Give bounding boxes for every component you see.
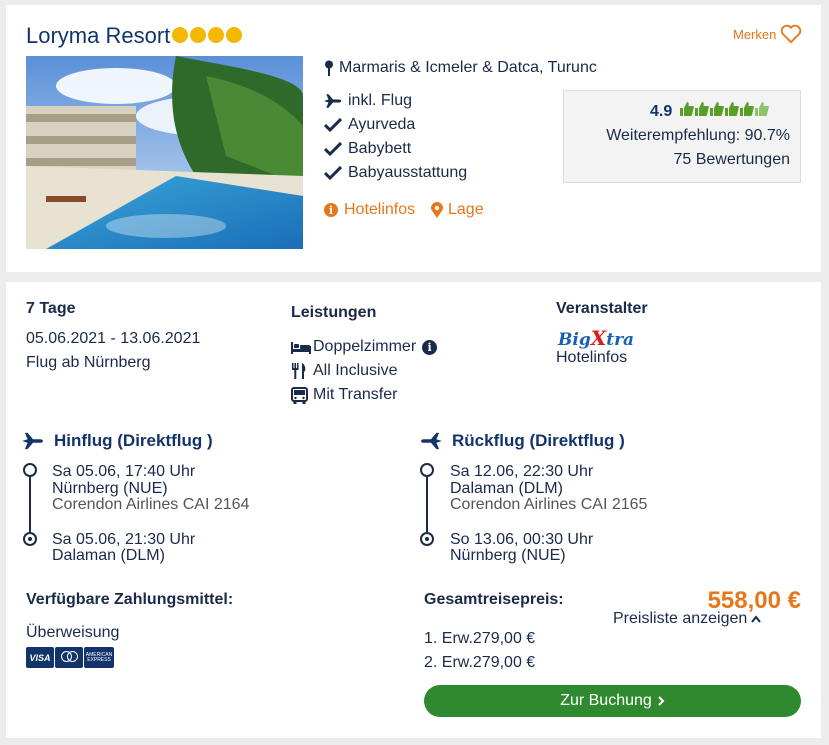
service-transfer: Mit Transfer — [291, 386, 397, 404]
info-icon[interactable]: i — [422, 339, 438, 355]
operator-title: Veranstalter — [556, 300, 648, 317]
amex-card-icon: AMERICAN EXPRESS — [84, 647, 114, 668]
timeline-start-icon — [420, 463, 434, 477]
feature-ayurveda: Ayurveda — [324, 116, 415, 134]
thumbs-up-icon — [680, 102, 694, 116]
chevron-up-icon — [751, 615, 762, 623]
service-label: Mit Transfer — [313, 386, 398, 403]
thumbs-up-icon — [695, 102, 709, 116]
return-depart-time: Sa 12.06, 22:30 Uhr — [450, 463, 594, 480]
info-icon: i — [324, 203, 338, 217]
merken-label: Merken — [733, 26, 777, 42]
star-rating — [172, 27, 242, 43]
payment-cards: VISA AMERICAN EXPRESS — [26, 647, 114, 668]
thumbs-up-icon — [725, 102, 739, 116]
price-line-1: 1. Erw.279,00 € — [424, 630, 536, 647]
return-arrive-airport: Nürnberg (NUE) — [450, 547, 566, 564]
service-board: All Inclusive — [291, 362, 397, 380]
location-pin-icon — [431, 202, 443, 218]
plane-icon — [324, 94, 342, 108]
bus-icon — [291, 386, 308, 404]
thumbs-up-icon — [740, 102, 754, 116]
merken-button[interactable]: Merken — [733, 24, 802, 44]
service-label: Doppelzimmer — [313, 338, 417, 355]
feature-label: Babyausstattung — [348, 164, 468, 181]
outbound-arrive-airport: Dalaman (DLM) — [52, 547, 165, 564]
location-row: Marmaris & Icmeler & Datca, Turunc — [324, 59, 597, 77]
feature-label: Ayurveda — [348, 116, 416, 133]
payment-method: Überweisung — [26, 624, 120, 641]
hotelinfos-link[interactable]: i Hotelinfos — [324, 201, 415, 219]
price-list-label: Preisliste anzeigen — [613, 610, 748, 627]
outbound-depart-time: Sa 05.06, 17:40 Uhr — [52, 463, 196, 480]
timeline-line — [426, 477, 428, 532]
price-line-2: 2. Erw.279,00 € — [424, 654, 536, 671]
visa-card-icon: VISA — [26, 647, 54, 668]
timeline-start-icon — [23, 463, 37, 477]
return-title: Rückflug (Direktflug ) — [452, 431, 625, 450]
lage-label: Lage — [448, 201, 484, 218]
outbound-title: Hinflug (Direktflug ) — [54, 431, 213, 450]
location-text: Marmaris & Icmeler & Datca, Turunc — [339, 59, 597, 76]
timeline-line — [29, 477, 31, 532]
return-header: Rückflug (Direktflug ) — [420, 431, 625, 451]
plane-landing-icon — [421, 432, 442, 450]
price-title: Gesamtreisepreis: — [424, 591, 564, 608]
feature-babyausstattung: Babyausstattung — [324, 164, 467, 182]
rating-score: 4.9 — [650, 103, 673, 120]
timeline-end-icon — [420, 532, 434, 546]
cutlery-icon — [292, 363, 306, 379]
star-icon — [172, 27, 188, 43]
chevron-right-icon — [658, 696, 665, 706]
hotelinfos-label: Hotelinfos — [344, 201, 416, 218]
reviews-count[interactable]: 75 Bewertungen — [673, 151, 790, 169]
feature-label: inkl. Flug — [348, 92, 413, 109]
map-pin-icon — [325, 60, 333, 76]
star-icon — [208, 27, 224, 43]
hotel-name[interactable]: Loryma Resort — [26, 23, 170, 49]
return-airline: Corendon Airlines CAI 2165 — [450, 496, 648, 513]
mastercard-icon — [55, 647, 83, 668]
thumbs-up-icon — [755, 102, 769, 116]
star-icon — [226, 27, 242, 43]
operator-hotelinfos-link[interactable]: Hotelinfos — [556, 349, 627, 367]
service-room: Doppelzimmer i — [291, 338, 438, 356]
thumbs-rating — [680, 101, 769, 117]
feature-label: Babybett — [348, 140, 412, 157]
bed-icon — [291, 342, 311, 354]
operator-logo: BigXtra — [558, 326, 635, 350]
services-title: Leistungen — [291, 304, 377, 321]
check-icon — [324, 118, 342, 132]
feature-inkl-flug: inkl. Flug — [324, 92, 412, 110]
thumbs-up-icon — [710, 102, 724, 116]
departure-airport: Flug ab Nürnberg — [26, 354, 151, 371]
check-icon — [324, 166, 342, 180]
outbound-airline: Corendon Airlines CAI 2164 — [52, 496, 250, 513]
recommendation-text: Weiterempfehlung: 90.7% — [606, 127, 790, 144]
plane-icon — [22, 432, 43, 450]
price-list-toggle[interactable]: Preisliste anzeigen — [613, 610, 762, 628]
heart-icon — [781, 24, 802, 44]
booking-button[interactable]: Zur Buchung — [424, 685, 801, 717]
booking-button-label: Zur Buchung — [560, 692, 652, 709]
outbound-header: Hinflug (Direktflug ) — [22, 431, 213, 451]
star-icon — [190, 27, 206, 43]
check-icon — [324, 142, 342, 156]
service-label: All Inclusive — [313, 362, 398, 379]
feature-babybett: Babybett — [324, 140, 411, 158]
travel-dates: 05.06.2021 - 13.06.2021 — [26, 330, 201, 347]
duration: 7 Tage — [26, 300, 76, 317]
hotel-image[interactable] — [26, 56, 303, 249]
lage-link[interactable]: Lage — [431, 201, 484, 219]
payment-title: Verfügbare Zahlungsmittel: — [26, 591, 234, 608]
timeline-end-icon — [23, 532, 37, 546]
